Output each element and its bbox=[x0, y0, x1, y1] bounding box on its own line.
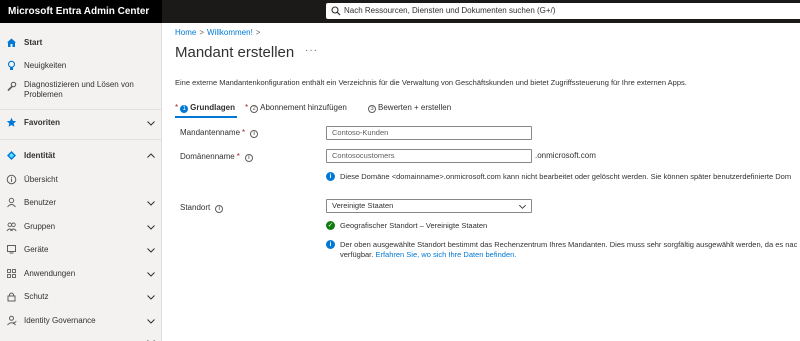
sidebar-item-label: Identität bbox=[24, 151, 56, 160]
tab-label: Grundlagen bbox=[190, 103, 236, 112]
standort-info-prefix: verfügbar. bbox=[340, 250, 374, 259]
sidebar-item-label: Identity Governance bbox=[24, 316, 96, 325]
main-content: Home > Willkommen! > Mandant erstellen ··· … bbox=[162, 23, 800, 341]
step-number-icon: 3 bbox=[368, 105, 376, 113]
mandantenname-input[interactable]: Contoso-Kunden bbox=[326, 126, 532, 140]
tab-abonnement[interactable]: * 2 Abonnement hinzufügen bbox=[245, 103, 347, 113]
chevron-down-icon[interactable] bbox=[146, 316, 156, 326]
required-marker: * bbox=[242, 128, 246, 137]
sidebar-item-label-cont: Problemen bbox=[24, 90, 63, 99]
breadcrumb-separator: > bbox=[199, 28, 205, 37]
sidebar-item-label: Anwendungen bbox=[24, 269, 76, 278]
sidebar: Start Neuigkeiten Diagnostizieren und Lö… bbox=[0, 23, 162, 341]
sidebar-item-diagnose[interactable]: Diagnostizieren und Lösen von Problemen bbox=[0, 79, 162, 101]
sidebar-item-label: Schutz bbox=[24, 292, 49, 301]
field-label-text: Domänenname bbox=[180, 152, 235, 161]
checkmark-icon: ✓ bbox=[326, 221, 335, 230]
user-icon bbox=[6, 197, 17, 208]
standort-selected-value: Vereinigte Staaten bbox=[332, 201, 394, 210]
breadcrumb: Home > Willkommen! > bbox=[175, 28, 263, 37]
sidebar-item-label: Geräte bbox=[24, 245, 49, 254]
sidebar-item-label: Favoriten bbox=[24, 118, 61, 127]
governance-icon bbox=[6, 315, 17, 326]
home-icon bbox=[6, 37, 17, 48]
device-icon bbox=[6, 244, 17, 255]
page-title: Mandant erstellen bbox=[175, 44, 295, 61]
chevron-down-icon[interactable] bbox=[146, 269, 156, 279]
step-number-icon: 2 bbox=[250, 105, 259, 113]
chevron-down-icon[interactable] bbox=[146, 337, 156, 341]
breadcrumb-willkommen-link[interactable]: Willkommen! bbox=[207, 28, 253, 37]
standort-label: Standort i bbox=[180, 203, 224, 213]
info-circle-icon bbox=[6, 174, 17, 185]
app-title[interactable]: Microsoft Entra Admin Center bbox=[0, 0, 162, 23]
breadcrumb-separator: > bbox=[255, 28, 261, 37]
lightbulb-icon bbox=[6, 60, 17, 71]
active-tab-indicator bbox=[175, 116, 237, 118]
group-icon bbox=[6, 221, 17, 232]
domaenenname-input[interactable]: Contosocustomers bbox=[326, 149, 532, 163]
standort-info-text-cont: verfügbar. Erfahren Sie, wo sich Ihre Da… bbox=[340, 250, 516, 260]
info-icon[interactable]: i bbox=[215, 205, 224, 213]
info-filled-icon: i bbox=[326, 240, 335, 249]
domain-info-text: Diese Domäne <domainname>.onmicrosoft.co… bbox=[340, 172, 792, 181]
sidebar-item-label: Benutzer bbox=[24, 198, 57, 207]
required-marker: * bbox=[236, 152, 240, 161]
chevron-down-icon[interactable] bbox=[146, 292, 156, 302]
standort-select[interactable]: Vereinigte Staaten bbox=[326, 199, 532, 213]
search-placeholder: Nach Ressourcen, Diensten und Dokumenten… bbox=[344, 6, 556, 15]
more-options-icon[interactable]: ··· bbox=[305, 45, 318, 56]
lock-icon bbox=[6, 291, 17, 302]
page-description: Eine externe Mandantenkonfiguration enth… bbox=[175, 78, 687, 87]
chevron-down-icon[interactable] bbox=[146, 222, 156, 232]
wrench-icon bbox=[6, 81, 17, 92]
field-label-text: Mandantenname bbox=[180, 128, 241, 137]
data-location-link[interactable]: Erfahren Sie, wo sich Ihre Daten befinde… bbox=[375, 250, 516, 259]
chevron-down-icon[interactable] bbox=[146, 198, 156, 208]
diamond-icon bbox=[6, 150, 17, 161]
info-icon[interactable]: i bbox=[250, 130, 259, 138]
sidebar-item-label: Diagnostizieren und Lösen von bbox=[24, 80, 134, 89]
chevron-down-icon bbox=[519, 204, 526, 209]
sidebar-divider bbox=[0, 139, 161, 140]
required-marker: * bbox=[245, 103, 249, 112]
mandantenname-label: Mandantenname * i bbox=[180, 128, 259, 138]
geo-success-text: Geografischer Standort – Vereinigte Staa… bbox=[340, 221, 488, 230]
chevron-down-icon[interactable] bbox=[146, 245, 156, 255]
required-marker: * bbox=[175, 103, 179, 112]
domain-suffix: .onmicrosoft.com bbox=[535, 151, 596, 160]
tab-label: Abonnement hinzufügen bbox=[260, 103, 347, 112]
chevron-up-icon[interactable] bbox=[146, 151, 156, 161]
field-label-text: Standort bbox=[180, 203, 211, 212]
sidebar-item-label: Neuigkeiten bbox=[24, 61, 67, 70]
sidebar-item-label: Übersicht bbox=[24, 175, 58, 184]
breadcrumb-home-link[interactable]: Home bbox=[175, 28, 196, 37]
info-filled-icon: i bbox=[326, 172, 335, 181]
apps-grid-icon bbox=[6, 268, 17, 279]
tab-grundlagen[interactable]: * 1 Grundlagen bbox=[175, 103, 235, 113]
sidebar-item-label: Gruppen bbox=[24, 222, 56, 231]
tab-label: Bewerten + erstellen bbox=[378, 103, 452, 112]
sidebar-item-label: Start bbox=[24, 38, 43, 47]
top-bar: Microsoft Entra Admin Center Nach Ressou… bbox=[0, 0, 800, 23]
chevron-down-icon[interactable] bbox=[146, 118, 156, 128]
standort-info-text: Der oben ausgewählte Standort bestimmt d… bbox=[340, 240, 798, 249]
star-icon bbox=[6, 117, 17, 128]
sidebar-divider bbox=[0, 109, 161, 110]
search-icon bbox=[331, 6, 341, 16]
step-number-icon: 1 bbox=[180, 105, 189, 113]
info-icon[interactable]: i bbox=[244, 154, 253, 162]
tab-bewerten[interactable]: 3 Bewerten + erstellen bbox=[368, 103, 451, 113]
global-search-box[interactable]: Nach Ressourcen, Diensten und Dokumenten… bbox=[326, 3, 800, 19]
domaenenname-label: Domänenname * i bbox=[180, 152, 253, 162]
